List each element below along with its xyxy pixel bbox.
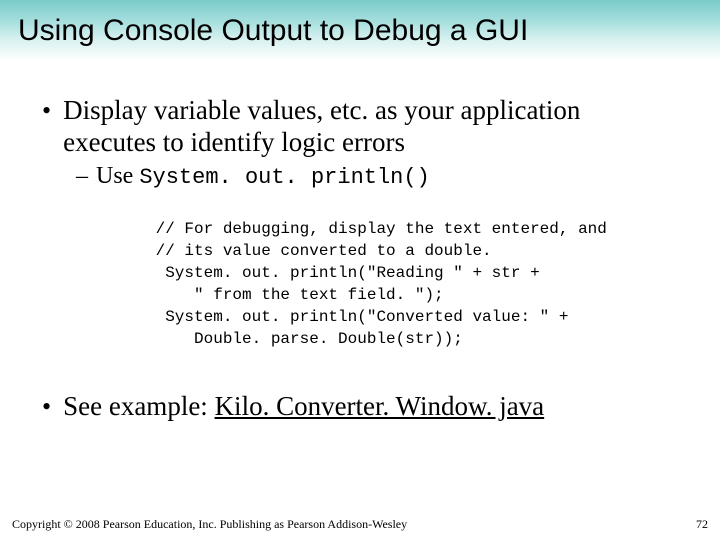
see-example-link[interactable]: Kilo. Converter. Window. java bbox=[215, 391, 545, 421]
code-block: // For debugging, display the text enter… bbox=[146, 218, 678, 350]
bullet-text: Display variable values, etc. as your ap… bbox=[63, 94, 678, 158]
bullet-dot-icon: • bbox=[42, 391, 51, 423]
title-band: Using Console Output to Debug a GUI bbox=[0, 0, 720, 60]
slide: Using Console Output to Debug a GUI • Di… bbox=[0, 0, 720, 540]
bullet-level2: – Use System. out. println() bbox=[76, 162, 678, 192]
see-example-text: See example: Kilo. Converter. Window. ja… bbox=[63, 390, 544, 422]
bullet-level1-see: • See example: Kilo. Converter. Window. … bbox=[42, 390, 678, 423]
content-area: • Display variable values, etc. as your … bbox=[0, 60, 720, 423]
footer: Copyright © 2008 Pearson Education, Inc.… bbox=[12, 517, 708, 532]
see-prefix: See example: bbox=[63, 391, 214, 421]
sub-prefix: Use bbox=[96, 163, 139, 189]
copyright-text: Copyright © 2008 Pearson Education, Inc.… bbox=[12, 517, 407, 532]
bullet-dot-icon: • bbox=[42, 95, 51, 127]
slide-title: Using Console Output to Debug a GUI bbox=[18, 12, 702, 50]
bullet-dash-icon: – bbox=[76, 162, 88, 190]
sub-bullet-text: Use System. out. println() bbox=[96, 162, 430, 192]
bullet-level1: • Display variable values, etc. as your … bbox=[42, 94, 678, 158]
sub-code: System. out. println() bbox=[139, 165, 429, 190]
page-number: 72 bbox=[696, 517, 708, 532]
